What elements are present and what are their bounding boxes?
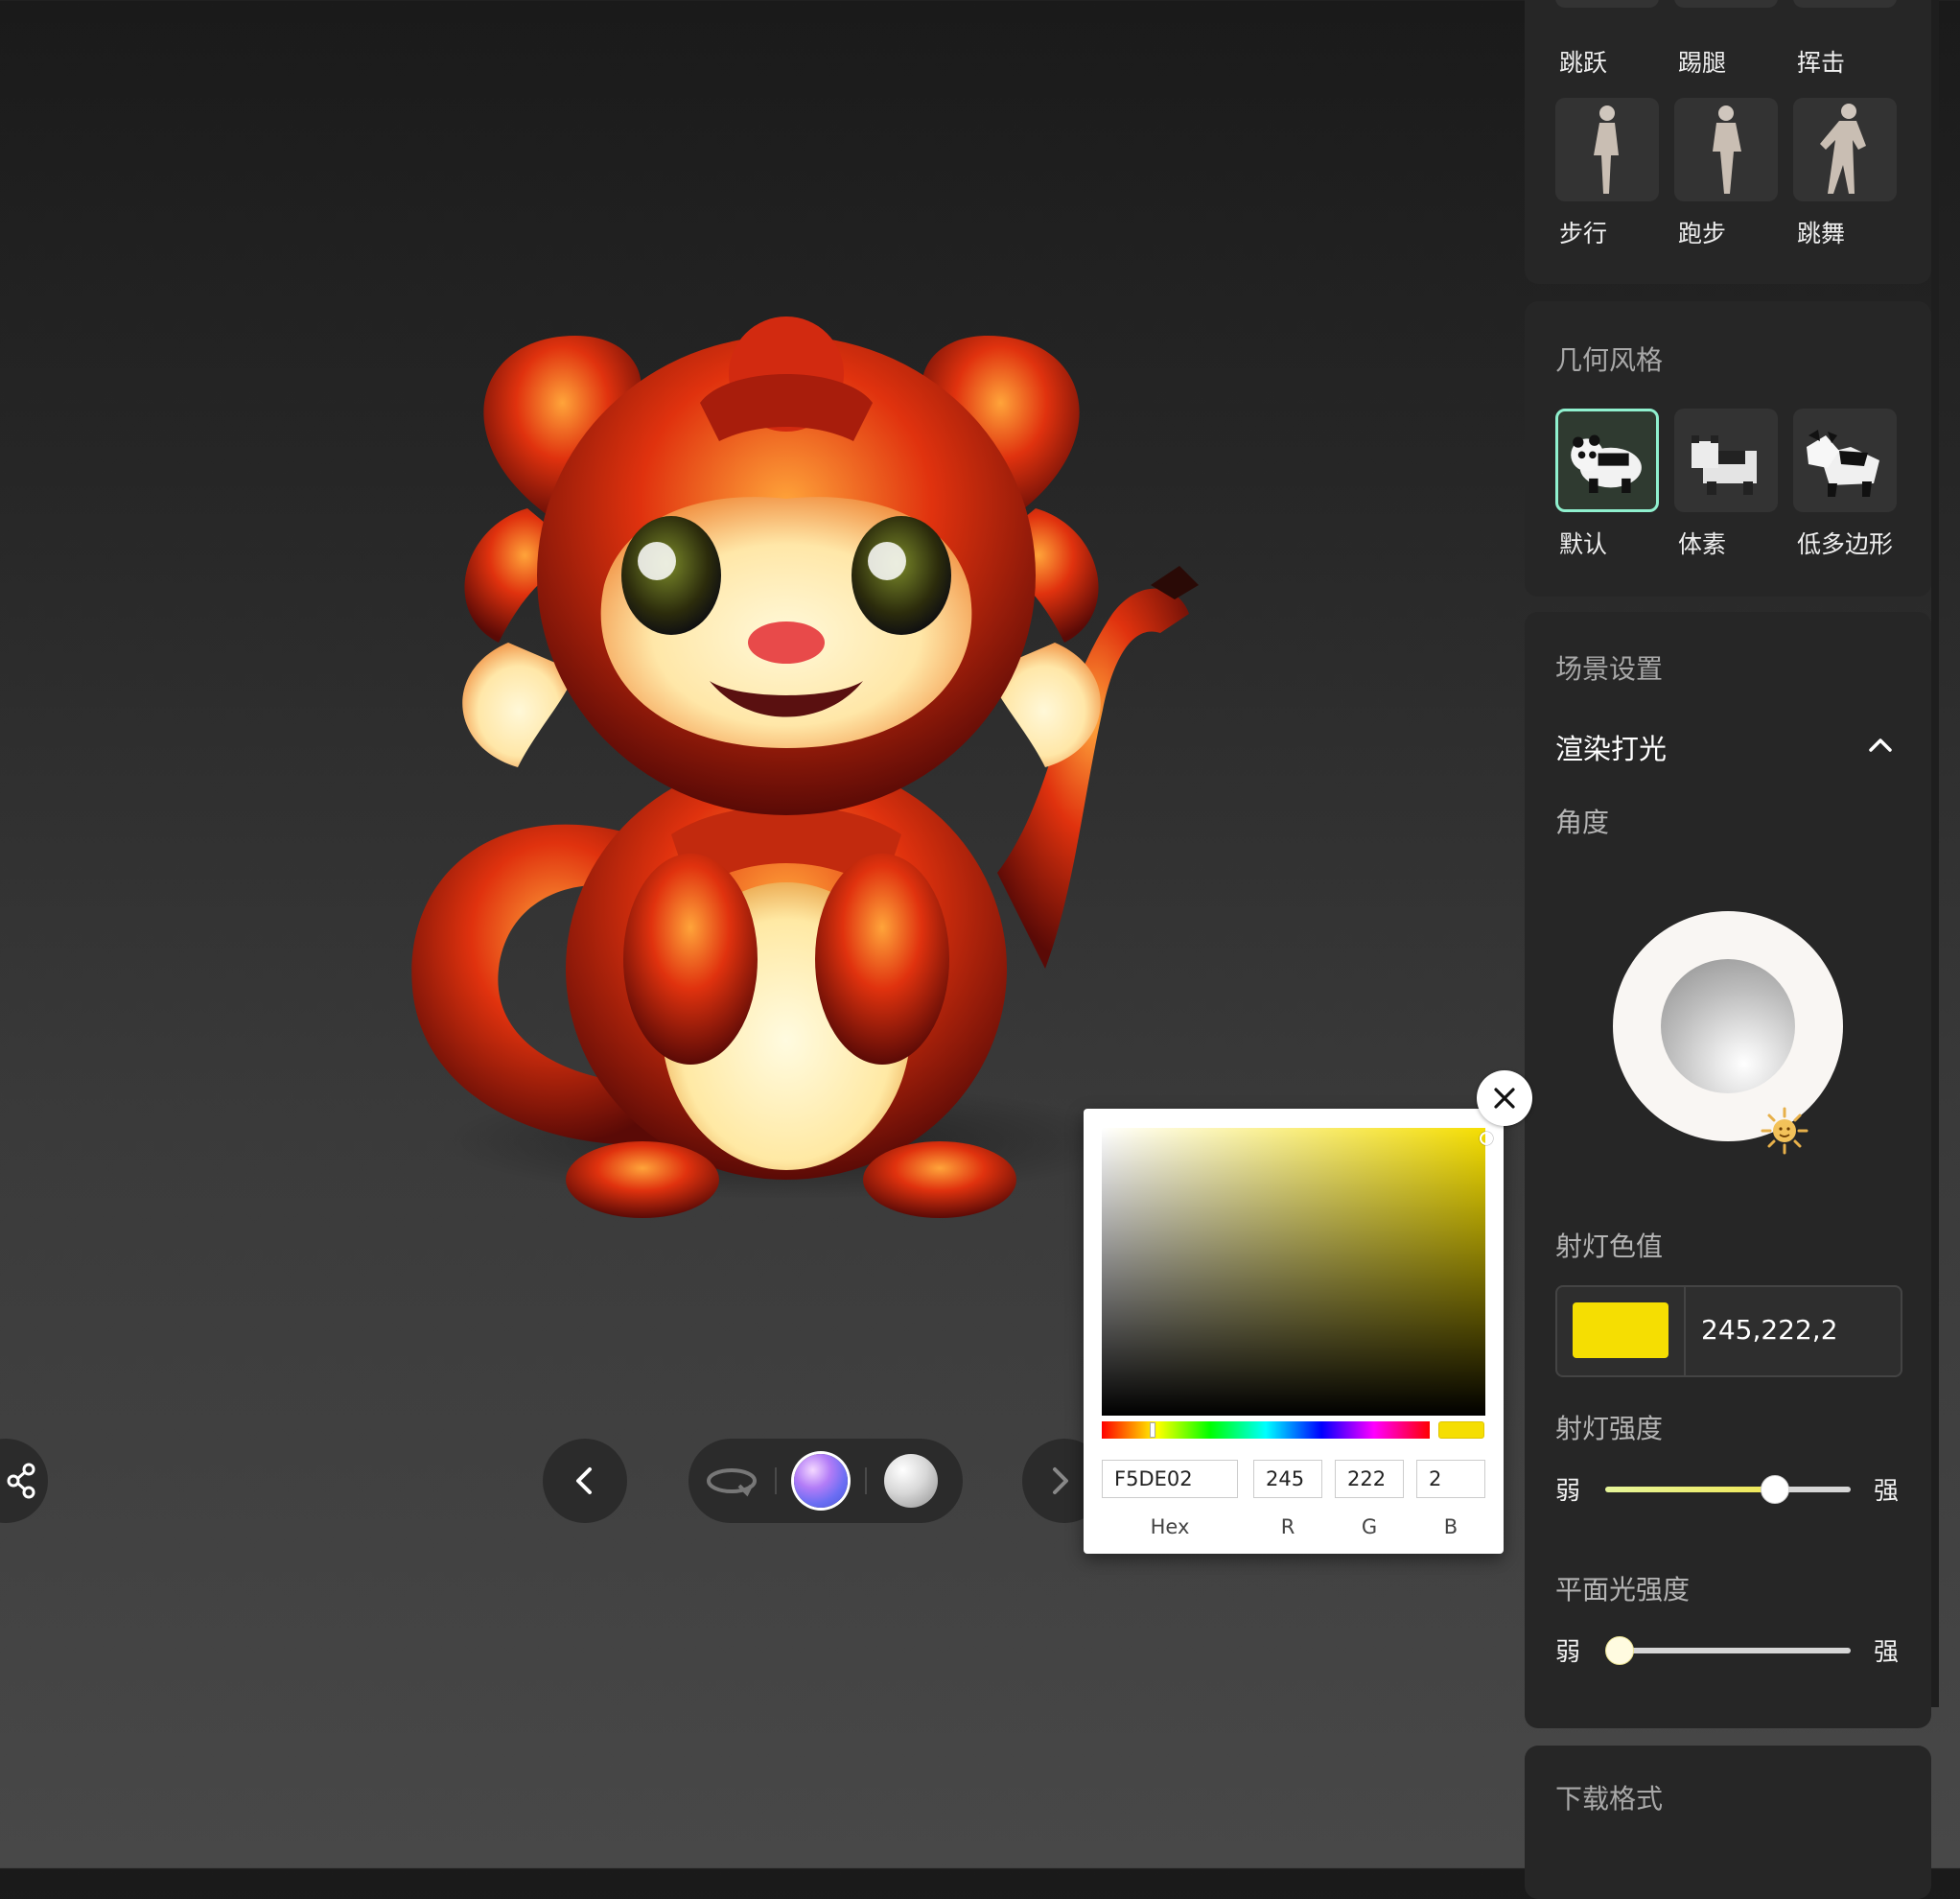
download-format-title: 下载格式 <box>1555 1783 1664 1815</box>
spotlight-intensity-slider[interactable]: 弱 强 <box>1555 1469 1901 1508</box>
motion-label: 跳舞 <box>1797 220 1846 247</box>
motion-tile-run[interactable] <box>1674 98 1778 201</box>
saturation-value-area[interactable] <box>1102 1128 1493 1416</box>
rotate-icon <box>707 1468 757 1497</box>
slider-thumb[interactable] <box>1760 1475 1789 1504</box>
geometry-option-label: 体素 <box>1678 530 1727 558</box>
white-material-option[interactable] <box>884 1454 938 1508</box>
color-picker-popup: F5DE02 245 222 2 Hex R G B <box>1084 1109 1504 1554</box>
mannequin-dance-icon <box>1820 104 1866 194</box>
hex-input[interactable]: F5DE02 <box>1102 1460 1238 1498</box>
scene-settings-card: 场景设置 渲染打光 角度 射灯色值 245,222,2 射灯强度 弱 强 平面光… <box>1525 612 1931 1728</box>
angle-preview-sphere <box>1661 959 1795 1093</box>
red-label: R <box>1280 1515 1295 1538</box>
motion-label: 挥击 <box>1797 49 1846 77</box>
geometry-style-title: 几何风格 <box>1555 344 1664 376</box>
strong-label: 强 <box>1874 1638 1900 1667</box>
motion-presets-card: 跳跃 踢腿 挥击 步行 跑步 跳舞 <box>1525 0 1931 284</box>
gradient-material-option[interactable] <box>794 1454 848 1508</box>
motion-label: 跑步 <box>1678 220 1727 247</box>
motion-label: 踢腿 <box>1678 49 1727 77</box>
spotlight-color-label: 射灯色值 <box>1555 1231 1664 1262</box>
hue-slider[interactable] <box>1102 1421 1430 1439</box>
chevron-up-icon[interactable] <box>1866 731 1895 760</box>
geometry-style-card: 几何风格 默认 体素 低多边形 <box>1525 301 1931 597</box>
geometry-option-low-poly[interactable] <box>1793 409 1897 512</box>
chevron-left-icon <box>576 1467 592 1494</box>
mannequin-run-icon <box>1713 106 1741 194</box>
render-lighting-header[interactable]: 渲染打光 <box>1555 727 1667 767</box>
geometry-option-default[interactable] <box>1555 409 1659 512</box>
color-preview-swatch <box>1438 1421 1484 1439</box>
dragon-3d-model[interactable] <box>384 297 1275 1237</box>
spotlight-intensity-label: 射灯强度 <box>1555 1413 1664 1444</box>
hex-label: Hex <box>1150 1515 1190 1538</box>
green-label: G <box>1361 1515 1378 1538</box>
voxel-panda-icon <box>1692 435 1757 495</box>
spotlight-color-field[interactable]: 245,222,2 <box>1555 1285 1902 1377</box>
rotate-button[interactable] <box>688 1465 775 1497</box>
share-icon <box>7 1463 35 1499</box>
motion-tile-dance[interactable] <box>1793 98 1897 201</box>
weak-label: 弱 <box>1555 1638 1581 1667</box>
saturation-cursor[interactable] <box>1480 1132 1493 1145</box>
motion-label: 步行 <box>1559 220 1608 247</box>
close-icon <box>1494 1088 1515 1109</box>
chevron-right-icon <box>1053 1467 1068 1494</box>
plane-light-intensity-slider[interactable]: 弱 强 <box>1555 1630 1901 1669</box>
separator <box>775 1467 777 1494</box>
motion-tile-kick[interactable] <box>1674 0 1778 8</box>
motion-tile-walk[interactable] <box>1555 98 1659 201</box>
separator <box>865 1467 867 1494</box>
scene-settings-title: 场景设置 <box>1555 653 1664 685</box>
spotlight-color-swatch[interactable] <box>1573 1302 1668 1358</box>
slider-track[interactable] <box>1605 1475 1851 1504</box>
panda-icon <box>1571 434 1642 493</box>
slider-thumb[interactable] <box>1605 1636 1634 1665</box>
low-poly-panda-icon <box>1807 430 1879 497</box>
panel-scrollbar[interactable] <box>1931 0 1939 1707</box>
green-input[interactable]: 222 <box>1335 1460 1404 1498</box>
close-picker-button[interactable] <box>1477 1070 1532 1126</box>
sun-icon[interactable] <box>1759 1105 1810 1157</box>
mannequin-walk-icon <box>1594 106 1619 194</box>
spotlight-color-value[interactable]: 245,222,2 <box>1701 1314 1838 1346</box>
slider-track[interactable] <box>1605 1636 1851 1665</box>
geometry-option-label: 低多边形 <box>1797 530 1894 558</box>
download-format-card: 下载格式 <box>1525 1746 1931 1899</box>
settings-panel: 跳跃 踢腿 挥击 步行 跑步 跳舞 几何风格 默认 体素 低多边形 场景设置 渲… <box>1525 0 1960 1899</box>
geometry-option-label: 默认 <box>1559 530 1608 558</box>
share-button[interactable] <box>0 1439 48 1523</box>
angle-label: 角度 <box>1555 807 1610 838</box>
divider <box>1684 1287 1686 1375</box>
motion-label: 跳跃 <box>1559 49 1608 77</box>
blue-input[interactable]: 2 <box>1416 1460 1485 1498</box>
plane-light-intensity-label: 平面光强度 <box>1555 1574 1691 1606</box>
motion-tile-jump[interactable] <box>1555 0 1659 8</box>
motion-tile-swing[interactable] <box>1793 0 1897 8</box>
previous-button[interactable] <box>543 1439 627 1523</box>
blue-label: B <box>1443 1515 1458 1538</box>
model-viewport[interactable] <box>0 0 1525 1868</box>
weak-label: 弱 <box>1555 1477 1581 1506</box>
strong-label: 强 <box>1874 1477 1900 1506</box>
geometry-option-voxel[interactable] <box>1674 409 1778 512</box>
material-selector <box>688 1439 963 1523</box>
red-input[interactable]: 245 <box>1253 1460 1322 1498</box>
hue-thumb[interactable] <box>1150 1422 1155 1438</box>
